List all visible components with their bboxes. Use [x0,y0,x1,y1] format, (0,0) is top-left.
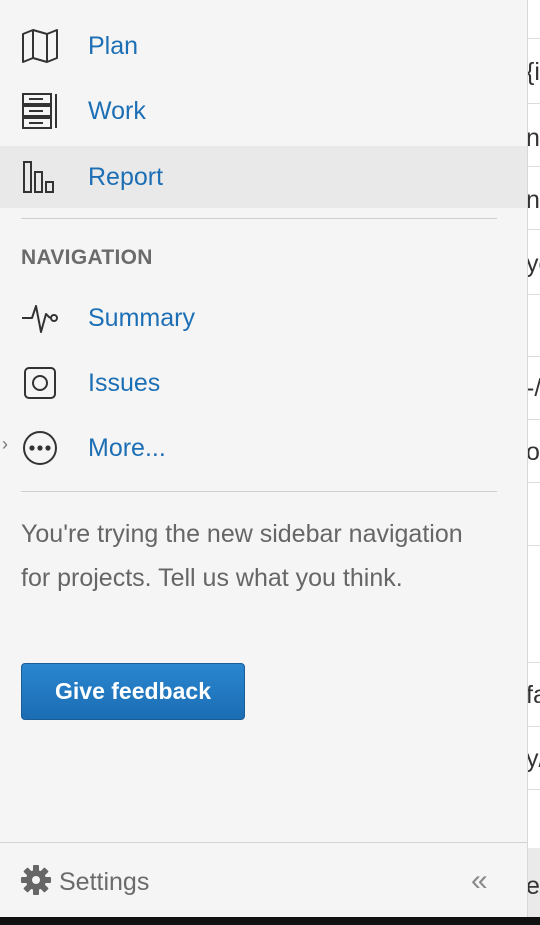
project-sidebar: Plan Work Report NAVIGATION Summary Issu… [0,0,527,925]
row-divider [528,789,540,790]
row-divider [528,482,540,483]
map-icon [21,27,59,65]
section-heading: NAVIGATION [21,246,153,269]
row-divider [528,662,540,663]
content-fragment: -/i [528,374,540,403]
content-fragment: {i [527,58,540,86]
collapse-sidebar-icon[interactable]: « [471,864,488,898]
content-fragment: yc [527,250,540,278]
divider [21,491,497,492]
promo-text: You're trying the new sidebar navigation… [21,520,463,592]
content-fragment: ne [527,186,540,214]
sidebar-item-work[interactable]: Work [0,80,527,142]
sidebar-item-label: Work [88,96,146,125]
row-divider [528,545,540,546]
content-fragment: op [527,438,540,466]
row-divider [528,38,540,39]
issues-icon [21,364,59,402]
sidebar-item-label: Plan [88,31,139,60]
content-fragment: y/ [527,745,540,773]
content-fragment: nc [527,124,540,152]
divider [21,218,497,219]
row-divider [528,103,540,104]
sidebar-item-label: More... [88,433,166,462]
board-icon [21,92,59,130]
sidebar-item-label: Report [88,162,164,191]
bar-chart-icon [21,158,59,196]
content-fragment: fa [528,681,540,710]
settings-link[interactable]: Settings [21,862,149,902]
row-divider [528,726,540,727]
give-feedback-button[interactable]: Give feedback [21,663,245,720]
pulse-icon [21,299,59,337]
row-divider [528,356,540,357]
sidebar-item-summary[interactable]: Summary [0,287,527,349]
sidebar-item-issues[interactable]: Issues [0,352,527,414]
sidebar-item-plan[interactable]: Plan [0,15,527,77]
row-divider [528,166,540,167]
row-divider [528,419,540,420]
content-fragment: e [527,872,540,900]
row-divider [528,229,540,230]
sidebar-item-label: Summary [88,303,195,332]
main-content-edge: {i nc ne yc -/i op fa y/ e [527,0,540,917]
sidebar-item-report[interactable]: Report [0,146,527,208]
divider [0,842,527,843]
settings-label: Settings [59,867,150,896]
sidebar-item-more[interactable]: More... [0,417,527,479]
row-divider [528,294,540,295]
sidebar-item-label: Issues [88,368,161,397]
more-icon [21,429,59,467]
window-bottom-edge [0,917,540,925]
gear-icon [21,864,51,900]
